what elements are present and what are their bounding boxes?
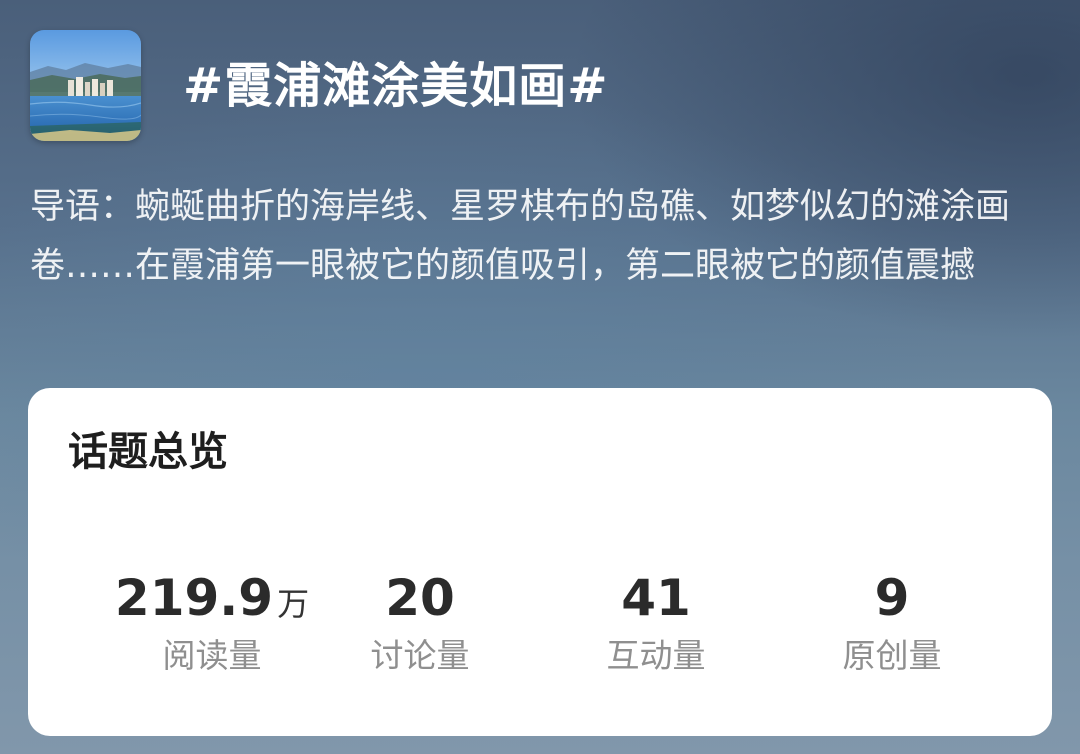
- stat-label: 原创量: [842, 636, 942, 675]
- stat-discussion-count[interactable]: 20 讨论量: [300, 568, 540, 678]
- stat-value: 41: [621, 569, 691, 627]
- topic-intro: 导语：蜿蜒曲折的海岸线、星罗棋布的岛礁、如梦似幻的滩涂画卷……在霞浦第一眼被它的…: [30, 187, 1011, 286]
- stat-label: 互动量: [606, 636, 706, 675]
- stat-value: 219.9: [114, 569, 274, 627]
- stat-value: 9: [874, 569, 910, 627]
- topic-overview-card: 话题总览 219.9 万 阅读量 20 讨论量 41 互动量 9 原创量: [28, 388, 1052, 736]
- stat-interaction-count[interactable]: 41 互动量: [536, 568, 776, 678]
- stat-value: 20: [385, 569, 455, 627]
- stat-label: 阅读量: [162, 636, 262, 675]
- stat-original-count[interactable]: 9 原创量: [772, 568, 1012, 678]
- topic-title: #霞浦滩涂美如画#: [183, 58, 609, 114]
- overview-stats: 219.9 万 阅读量 20 讨论量 41 互动量 9 原创量: [28, 568, 1052, 678]
- stat-label: 讨论量: [370, 636, 470, 675]
- stat-read-count[interactable]: 219.9 万 阅读量: [92, 568, 332, 678]
- topic-cover-image[interactable]: [30, 30, 141, 141]
- overview-title: 话题总览: [68, 429, 228, 475]
